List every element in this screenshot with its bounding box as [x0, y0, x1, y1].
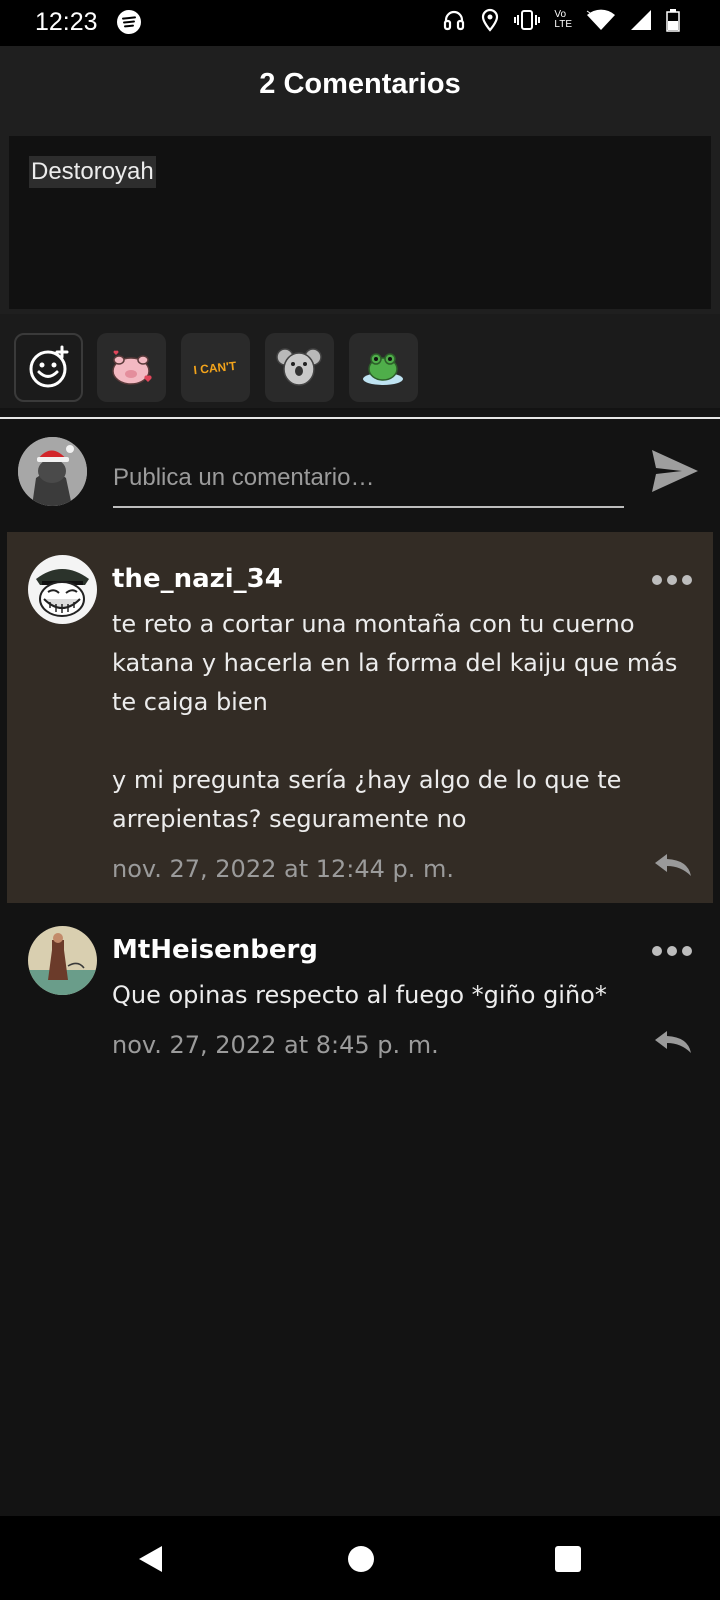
comment-date: nov. 27, 2022 at 12:44 p. m. [112, 855, 455, 883]
back-icon [139, 1546, 162, 1572]
reply-button[interactable] [653, 1029, 693, 1057]
page-title: 2 Comentarios [259, 68, 461, 100]
signal-icon [631, 10, 651, 30]
comment-text: te reto a cortar una montaña con tu cuer… [112, 610, 678, 833]
wifi-icon [586, 9, 615, 30]
emoji-add-icon [29, 345, 69, 388]
volte-line2: LTE [554, 19, 572, 30]
home-button[interactable] [348, 1546, 374, 1572]
spotify-icon [117, 10, 141, 34]
i-cant-sticker-icon: I CAN'T [193, 359, 238, 377]
send-button[interactable] [649, 447, 701, 495]
reply-button[interactable] [653, 852, 693, 880]
frog-sticker-icon [363, 353, 403, 385]
comment-username[interactable]: the_nazi_34 [112, 564, 283, 594]
comment-input[interactable] [113, 450, 624, 508]
frog-sticker[interactable] [349, 333, 418, 402]
section-divider [0, 417, 720, 419]
selected-text[interactable]: Destoroyah [29, 156, 156, 188]
koala-sticker[interactable] [265, 333, 334, 402]
koala-sticker-icon [276, 348, 322, 386]
i-cant-sticker[interactable]: I CAN'T [181, 333, 250, 402]
back-button[interactable] [136, 1544, 164, 1578]
trollface-officer-avatar-icon [28, 555, 97, 624]
volte-icon: Vo LTE [554, 10, 572, 30]
recents-button[interactable] [555, 1546, 581, 1572]
reply-icon [655, 854, 691, 876]
pig-sticker[interactable] [97, 333, 166, 402]
pig-sticker-icon [112, 350, 152, 385]
location-icon [482, 8, 499, 32]
comment-username[interactable]: MtHeisenberg [112, 935, 318, 965]
comment-avatar[interactable] [28, 555, 97, 624]
headphones-icon [444, 10, 465, 31]
comment-avatar[interactable] [28, 926, 97, 995]
status-time: 12:23 [35, 8, 98, 36]
heisenberg-art-avatar-icon [28, 926, 97, 995]
status-icons: Vo LTE [442, 8, 680, 32]
more-options-icon[interactable] [652, 944, 694, 958]
my-avatar [18, 437, 87, 506]
emoji-add-button[interactable] [14, 333, 83, 402]
comment-date: nov. 27, 2022 at 8:45 p. m. [112, 1031, 439, 1059]
comment-text: Que opinas respecto al fuego *giño giño* [112, 981, 607, 1009]
reply-icon [655, 1031, 691, 1053]
more-options-icon[interactable] [652, 573, 694, 587]
vibrate-icon [514, 10, 541, 30]
send-icon [652, 450, 698, 492]
i-cant-text: I CAN'T [193, 359, 238, 377]
kaiju-santa-avatar-icon [18, 437, 87, 506]
battery-icon [666, 9, 680, 32]
